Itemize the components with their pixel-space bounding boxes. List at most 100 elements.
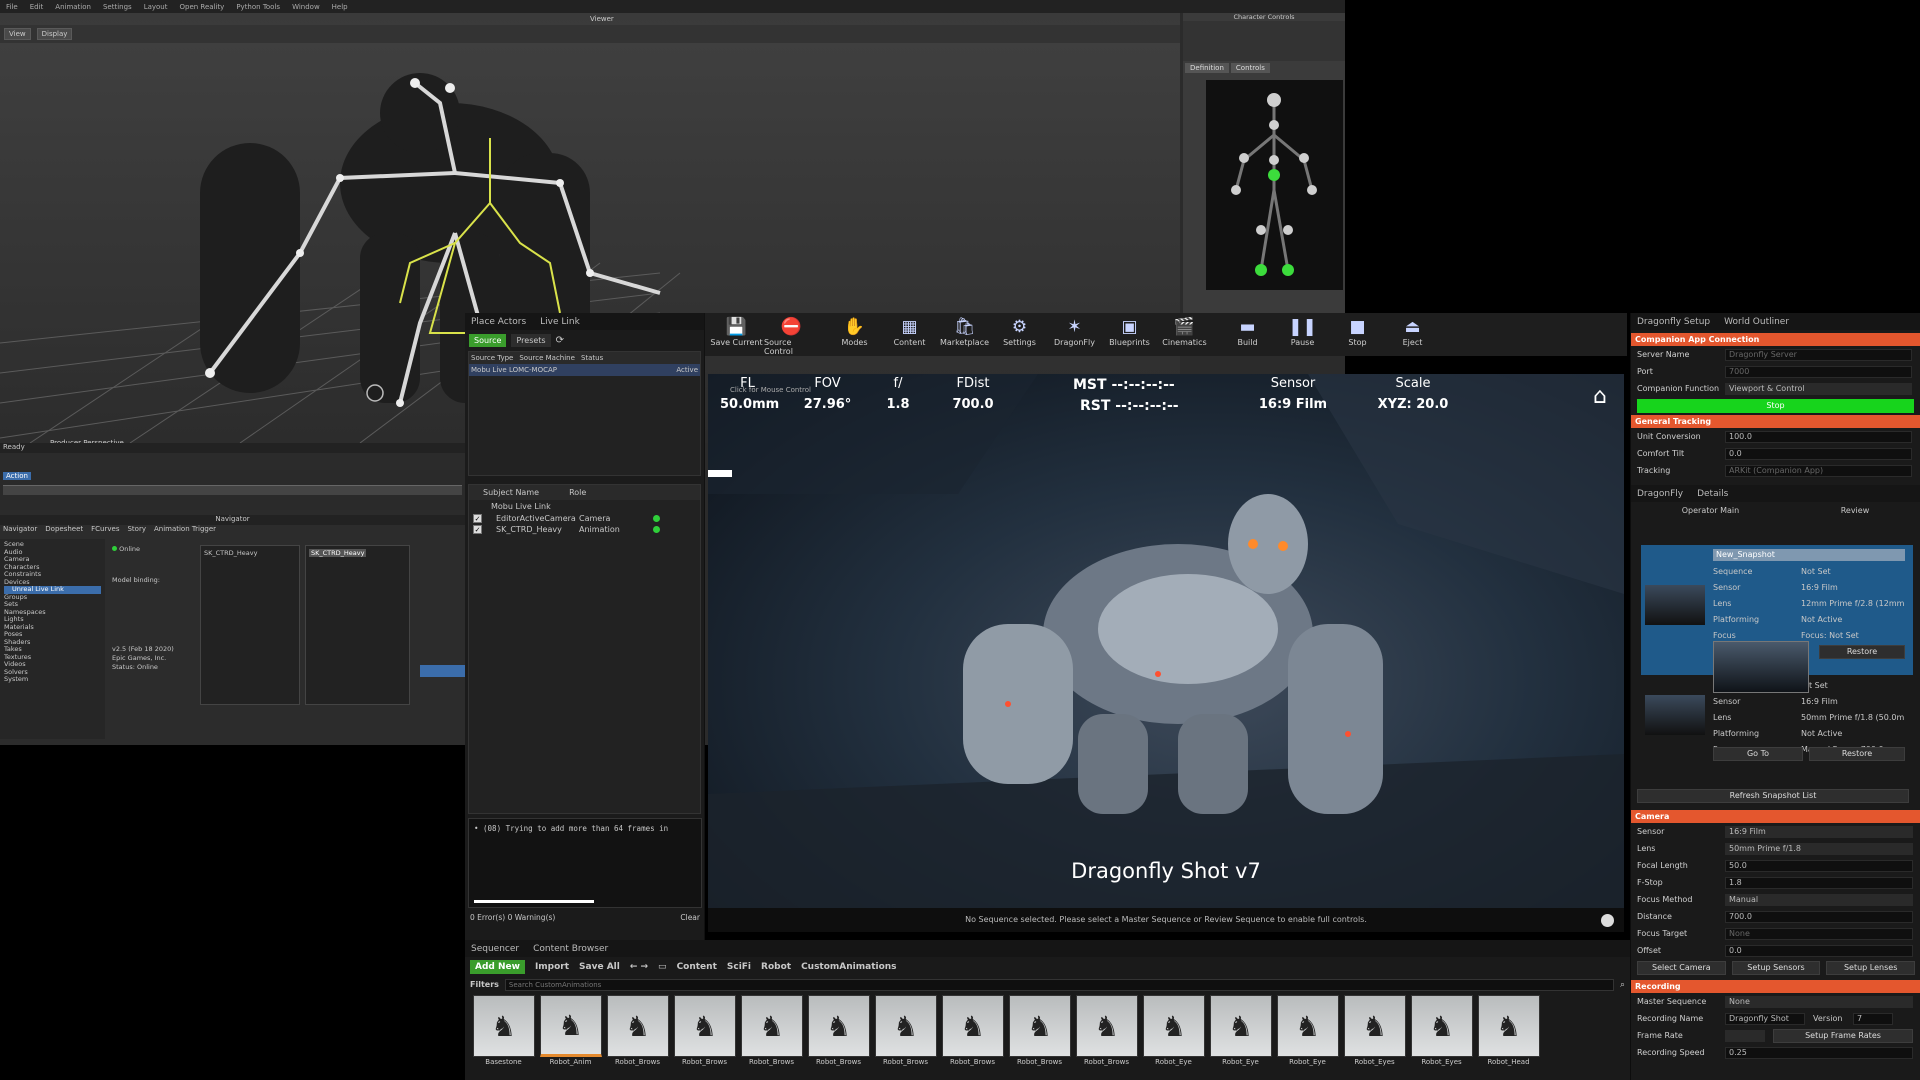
character-figure[interactable] (1206, 80, 1343, 290)
comfort-tilt-field[interactable]: 0.0 (1725, 447, 1912, 460)
presets-button[interactable]: Presets (511, 334, 551, 347)
tab-details[interactable]: Details (1697, 489, 1728, 499)
navigator-tab[interactable]: Story (127, 525, 146, 535)
unit-conversion-field[interactable]: 100.0 (1725, 430, 1912, 443)
asset-tile[interactable]: ♞ Robot_Brows (738, 995, 805, 1067)
camera-prop-field[interactable]: None (1725, 927, 1913, 940)
asset-tile[interactable]: ♞ Robot_Brows (872, 995, 939, 1067)
mobu-menu-item[interactable]: Layout (144, 3, 168, 11)
toolbar-stop[interactable]: ■ Stop (1330, 313, 1385, 356)
source-row[interactable]: Mobu Live LOMC-MOCAP Active (469, 364, 700, 376)
toolbar-marketplace[interactable]: 🛍 Marketplace (937, 313, 992, 356)
breadcrumb-item[interactable]: SciFi (727, 962, 751, 972)
log-clear-button[interactable]: Clear (680, 913, 700, 922)
setup-frame-rates-button[interactable]: Setup Frame Rates (1773, 1028, 1913, 1043)
toolbar-content[interactable]: ▦ Content (882, 313, 937, 356)
mobu-menu-item[interactable]: Python Tools (236, 3, 280, 11)
tab-world-outliner[interactable]: World Outliner (1724, 317, 1789, 327)
nav-arrows-icon[interactable]: ← → (630, 962, 648, 972)
display-button[interactable]: Display (36, 28, 73, 40)
home-icon[interactable]: ⌂ (1593, 384, 1607, 409)
tab-definition[interactable]: Definition (1185, 63, 1229, 73)
navigator-tab[interactable]: Animation Trigger (154, 525, 216, 535)
subject-checkbox[interactable]: ✓ (473, 525, 482, 534)
mobu-menu-item[interactable]: Open Reality (179, 3, 224, 11)
tracking-select[interactable]: ARKit (Companion App) (1725, 464, 1912, 477)
toolbar-dragonfly[interactable]: ✶ DragonFly (1047, 313, 1102, 356)
save-all-button[interactable]: Save All (579, 962, 620, 972)
transport-action-label[interactable]: Action (3, 472, 31, 480)
tab-live-link[interactable]: Live Link (540, 317, 580, 327)
tab-review[interactable]: Review (1841, 506, 1870, 515)
tab-sequencer[interactable]: Sequencer (471, 944, 519, 954)
tab-dragonfly-setup[interactable]: Dragonfly Setup (1637, 317, 1710, 327)
camera-prop-field[interactable]: Manual (1725, 893, 1913, 906)
asset-tile[interactable]: ♞ Robot_Head (1475, 995, 1542, 1067)
tab-dragonfly[interactable]: DragonFly (1637, 489, 1683, 499)
server-name-field[interactable]: Dragonfly Server (1725, 348, 1912, 361)
toolbar-cinematics[interactable]: 🎬 Cinematics (1157, 313, 1212, 356)
snapshot-2-restore[interactable]: Restore (1809, 747, 1905, 761)
toolbar-modes[interactable]: ✋ Modes (827, 313, 882, 356)
tree-item[interactable]: System (4, 675, 101, 684)
asset-tile[interactable]: ♞ Robot_Eye (1207, 995, 1274, 1067)
mobu-menu-item[interactable]: Edit (30, 3, 44, 11)
asset-tile[interactable]: ♞ Robot_Brows (604, 995, 671, 1067)
toolbar-build[interactable]: ▬ Build (1220, 313, 1275, 356)
asset-tile[interactable]: ♞ Robot_Brows (1073, 995, 1140, 1067)
camera-action-button[interactable]: Setup Sensors (1731, 961, 1821, 975)
snapshot-1[interactable]: New_Snapshot Sequence Not Set Sensor 16:9 F… (1641, 545, 1913, 693)
camera-prop-field[interactable]: 50mm Prime f/1.8 (1725, 842, 1913, 855)
recording-speed-field[interactable]: 0.25 (1725, 1046, 1913, 1059)
asset-tile[interactable]: ♞ Robot_Brows (805, 995, 872, 1067)
mobu-menu-item[interactable]: Window (292, 3, 320, 11)
port-field[interactable]: 7000 (1725, 365, 1912, 378)
subject-list[interactable]: SK_CTRD_Heavy (200, 545, 300, 705)
stop-button[interactable]: Stop (1637, 399, 1914, 413)
source-button[interactable]: Source (469, 334, 507, 347)
subject-row[interactable]: ✓ EditorActiveCamera Camera (469, 513, 700, 524)
navigator-tab[interactable]: Navigator (3, 525, 37, 535)
tab-content-browser[interactable]: Content Browser (533, 944, 608, 954)
toolbar-pause[interactable]: ❚❚ Pause (1275, 313, 1330, 356)
tab-operator-main[interactable]: Operator Main (1682, 506, 1739, 515)
mobu-menu-item[interactable]: File (6, 3, 18, 11)
asset-tile[interactable]: ♞ Robot_Eye (1274, 995, 1341, 1067)
asset-tile[interactable]: ♞ Robot_Eyes (1341, 995, 1408, 1067)
subject-checkbox[interactable]: ✓ (473, 514, 482, 523)
camera-prop-field[interactable]: 0.0 (1725, 944, 1913, 957)
asset-tile[interactable]: ♞ Robot_Eye (1140, 995, 1207, 1067)
version-field[interactable]: 7 (1853, 1012, 1893, 1025)
mobu-side-button[interactable] (420, 665, 465, 677)
add-new-button[interactable]: Add New (470, 960, 525, 974)
asset-tile[interactable]: ♞ Robot_Brows (1006, 995, 1073, 1067)
camera-prop-field[interactable]: 700.0 (1725, 910, 1913, 923)
camera-prop-field[interactable]: 1.8 (1725, 876, 1913, 889)
snapshot-1-restore[interactable]: Restore (1819, 645, 1905, 659)
level-viewport[interactable]: FL 50.0mm FOV 27.96° f/1.8 FDist 700.0 Clic… (708, 374, 1624, 932)
navigator-tab[interactable]: FCurves (91, 525, 119, 535)
filters-button[interactable]: Filters (470, 980, 499, 989)
recording-name-field[interactable]: Dragonfly Shot (1725, 1012, 1805, 1025)
toolbar-save[interactable]: 💾 Save Current (709, 313, 764, 356)
companion-function-select[interactable]: Viewport & Control (1725, 382, 1912, 395)
tab-place-actors[interactable]: Place Actors (471, 317, 526, 327)
snapshot-2-goto[interactable]: Go To (1713, 747, 1803, 761)
subject-name-list[interactable]: SK_CTRD_Heavy (305, 545, 410, 705)
asset-tile[interactable]: ♞ Robot_Brows (671, 995, 738, 1067)
toolbar-eject[interactable]: ⏏ Eject (1385, 313, 1440, 356)
snapshot-1-name[interactable]: New_Snapshot (1713, 549, 1905, 561)
view-button[interactable]: View (4, 28, 31, 40)
tree-item[interactable]: Groups (4, 593, 101, 602)
frame-rate-select[interactable] (1725, 1029, 1765, 1042)
refresh-snapshot-button[interactable]: Refresh Snapshot List (1637, 789, 1909, 803)
snapshot-2[interactable]: t Set Sensor 16:9 Film Lens 50mm Prime f/1.… (1641, 677, 1913, 777)
timeline-slider[interactable] (3, 485, 462, 495)
search-icon[interactable]: ⌕ (1620, 980, 1625, 990)
import-button[interactable]: Import (535, 962, 569, 972)
subject-row[interactable]: ✓ SK_CTRD_Heavy Animation (469, 524, 700, 535)
refresh-icon[interactable]: ⟳ (556, 335, 564, 346)
navigator-tab[interactable]: Dopesheet (45, 525, 83, 535)
toolbar-blueprints[interactable]: ▣ Blueprints (1102, 313, 1157, 356)
master-sequence-select[interactable]: None (1725, 995, 1913, 1008)
